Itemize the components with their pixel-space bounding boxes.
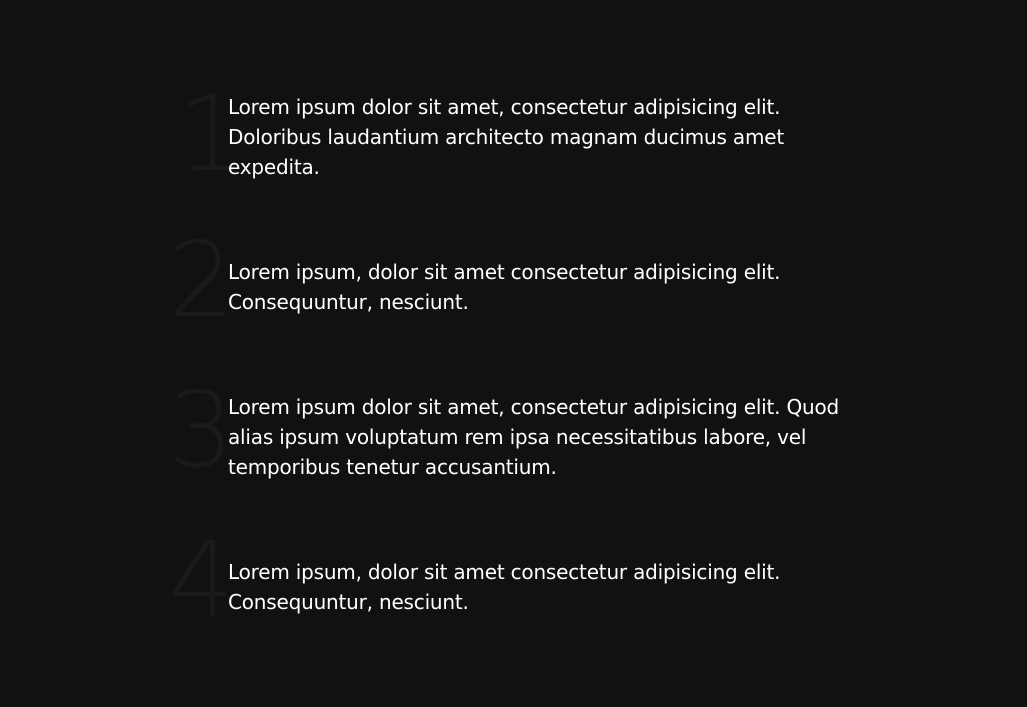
list-item-number: 3 xyxy=(168,369,235,491)
list-item-number: 4 xyxy=(168,519,235,641)
numbered-list: 1 Lorem ipsum dolor sit amet, consectetu… xyxy=(0,0,1027,707)
list-item-text: Lorem ipsum, dolor sit amet consectetur … xyxy=(228,260,781,314)
list-item-text: Lorem ipsum, dolor sit amet consectetur … xyxy=(228,560,781,614)
list-item-number: 2 xyxy=(168,219,235,341)
list-item-text: Lorem ipsum dolor sit amet, consectetur … xyxy=(228,395,840,479)
list-item-text: Lorem ipsum dolor sit amet, consectetur … xyxy=(228,95,784,179)
